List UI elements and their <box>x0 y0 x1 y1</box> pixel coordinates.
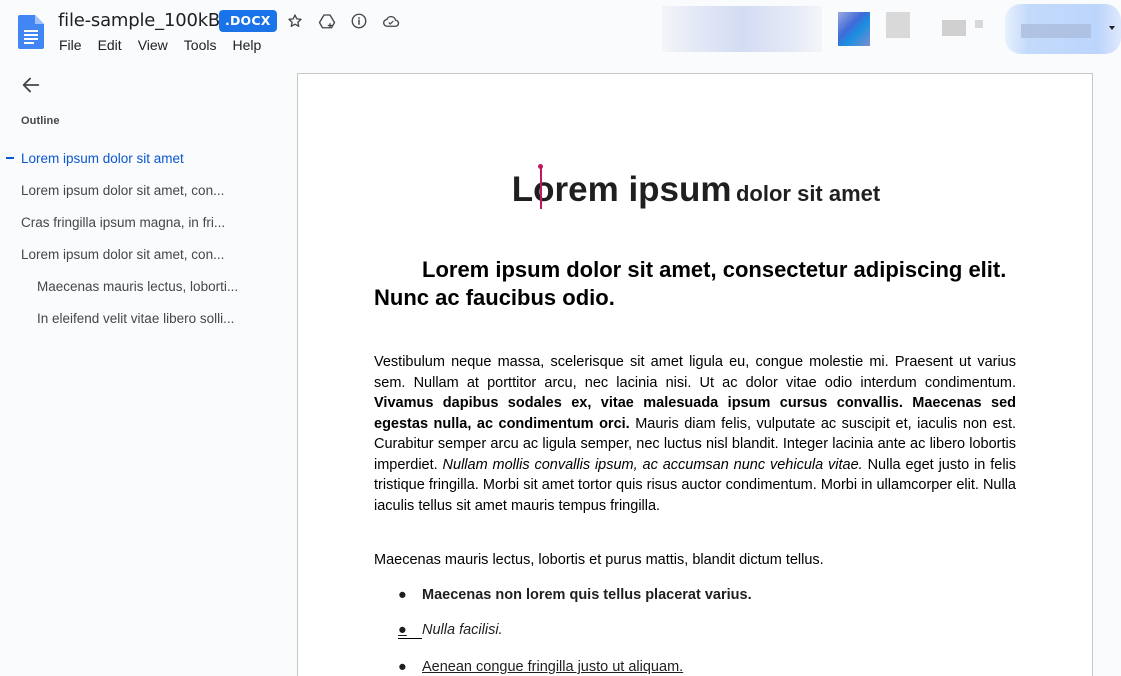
bullet-icon: ● <box>398 622 407 638</box>
share-button[interactable] <box>1005 4 1121 54</box>
outline-item-2[interactable]: Lorem ipsum dolor sit amet, con... <box>21 183 251 198</box>
bullet-underline <box>398 638 422 639</box>
menu-tools[interactable]: Tools <box>184 37 217 53</box>
menu-file[interactable]: File <box>59 37 82 53</box>
obscured-avatar[interactable] <box>838 12 870 46</box>
list-item-text: Nulla facilisi. <box>422 622 503 638</box>
document-heading-2[interactable]: Lorem ipsum dolor sit amet, consectetur … <box>374 256 1016 312</box>
outline-item-3[interactable]: Cras fringilla ipsum magna, in fri... <box>21 215 251 230</box>
body-paragraph-2[interactable]: Maecenas mauris lectus, lobortis et puru… <box>374 550 1016 571</box>
obscured-share-content <box>1021 24 1091 38</box>
chevron-down-icon[interactable] <box>1109 26 1115 30</box>
outline-item-4[interactable]: Lorem ipsum dolor sit amet, con... <box>21 247 251 262</box>
outline-item-1[interactable]: Lorem ipsum dolor sit amet <box>21 151 251 166</box>
document-title[interactable]: file-sample_100kB <box>58 10 220 31</box>
cloud-status-icon[interactable] <box>381 11 401 31</box>
body-paragraph-1[interactable]: Vestibulum neque massa, scelerisque sit … <box>374 352 1016 516</box>
paragraph-italic-text: Nullam mollis convallis ipsum, ac accums… <box>442 456 863 473</box>
app-header: file-sample_100kB .DOCX File Edit View T… <box>0 0 1121 64</box>
menu-help[interactable]: Help <box>232 37 261 53</box>
document-page[interactable]: Lorem ipsum dolor sit amet Lorem ipsum d… <box>297 73 1093 676</box>
outline-heading: Outline <box>21 115 60 127</box>
menu-view[interactable]: View <box>138 37 168 53</box>
heading-1-small-text: dolor sit amet <box>735 181 881 206</box>
paragraph-text: Vestibulum neque massa, scelerisque sit … <box>374 354 1016 391</box>
heading-1-large-text: Lorem ipsum <box>511 170 732 209</box>
obscured-avatar-2[interactable] <box>886 12 910 38</box>
list-item-text: Aenean congue fringilla justo ut aliquam… <box>422 659 684 675</box>
info-icon[interactable] <box>349 11 369 31</box>
star-icon[interactable] <box>285 11 305 31</box>
collaborator-cursor <box>540 167 542 209</box>
menu-edit[interactable]: Edit <box>98 37 122 53</box>
list-item-text: Maecenas non lorem quis tellus placerat … <box>422 587 752 603</box>
obscured-icon[interactable] <box>942 20 966 36</box>
outline-item-5[interactable]: Maecenas mauris lectus, loborti... <box>37 279 253 294</box>
obscured-toolbar-area[interactable] <box>662 6 822 52</box>
document-heading-1[interactable]: Lorem ipsum dolor sit amet <box>298 170 1094 210</box>
outline-item-6[interactable]: In eleifend velit vitae libero solli... <box>37 311 253 326</box>
move-to-drive-icon[interactable] <box>317 11 337 31</box>
bullet-icon: ● <box>398 587 407 603</box>
back-arrow-icon[interactable] <box>20 74 42 96</box>
file-type-badge: .DOCX <box>219 10 277 32</box>
menu-bar: File Edit View Tools Help <box>59 37 277 53</box>
google-docs-logo-icon[interactable] <box>18 15 44 49</box>
active-outline-indicator <box>6 157 14 159</box>
obscured-icon-2[interactable] <box>975 20 983 28</box>
bullet-icon: ● <box>398 659 407 675</box>
